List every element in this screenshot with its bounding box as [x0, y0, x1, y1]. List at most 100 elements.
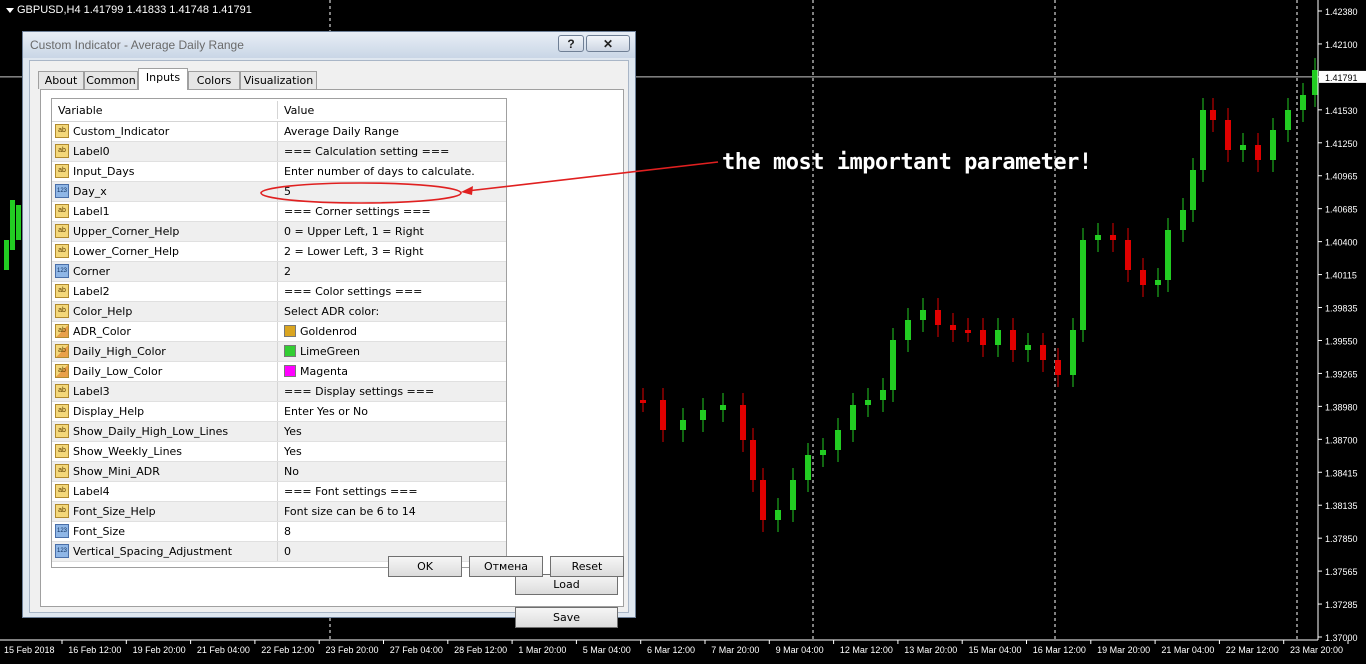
chart-menu-triangle-icon[interactable]: [6, 7, 14, 13]
candle-body: [835, 430, 841, 450]
string-type-icon: ab: [55, 204, 69, 218]
price-label: 1.41530: [1325, 106, 1358, 116]
integer-type-icon: 123: [55, 264, 69, 278]
candle-body: [775, 510, 781, 520]
table-row[interactable]: ab Lower_Corner_Help 2 = Lower Left, 3 = R…: [52, 242, 506, 262]
column-header-variable[interactable]: Variable: [58, 104, 103, 117]
string-type-icon: ab: [55, 144, 69, 158]
candle-body: [920, 310, 926, 320]
table-row[interactable]: ab Upper_Corner_Help 0 = Upper Left, 1 = R…: [52, 222, 506, 242]
close-button[interactable]: ✕: [586, 35, 630, 52]
table-row[interactable]: ab Show_Daily_High_Low_Lines Yes: [52, 422, 506, 442]
variable-name: Daily_Low_Color: [73, 365, 163, 378]
table-row[interactable]: 123 Corner 2: [52, 262, 506, 282]
column-divider[interactable]: [277, 101, 278, 119]
value-cell[interactable]: Average Daily Range: [284, 125, 399, 138]
value-cell[interactable]: === Color settings ===: [284, 285, 422, 298]
value-cell[interactable]: Yes: [284, 445, 302, 458]
table-row[interactable]: ab Show_Mini_ADR No: [52, 462, 506, 482]
price-label: 1.37850: [1325, 534, 1358, 544]
variable-name: Font_Size_Help: [73, 505, 156, 518]
reset-button[interactable]: Reset: [550, 556, 624, 577]
variable-cell: ab Display_Help: [52, 402, 278, 421]
color-swatch[interactable]: [284, 365, 296, 377]
dialog-titlebar[interactable]: Custom Indicator - Average Daily Range ?…: [23, 32, 635, 58]
variable-cell: 123 Day_x: [52, 182, 278, 201]
candle-body: [1270, 130, 1276, 160]
value-cell[interactable]: Font size can be 6 to 14: [284, 505, 416, 518]
save-button[interactable]: Save: [515, 607, 618, 628]
color-swatch[interactable]: [284, 345, 296, 357]
table-row[interactable]: 123 Font_Size 8: [52, 522, 506, 542]
column-header-value[interactable]: Value: [284, 104, 314, 117]
tab-colors[interactable]: Colors: [188, 71, 240, 89]
chart-symbol-header: GBPUSD,H4 1.41799 1.41833 1.41748 1.4179…: [6, 4, 252, 16]
value-cell[interactable]: 2: [284, 265, 291, 278]
value-cell[interactable]: Magenta: [300, 365, 348, 378]
tab-common[interactable]: Common: [84, 71, 138, 89]
load-button[interactable]: Load: [515, 574, 618, 595]
help-button[interactable]: ?: [558, 35, 584, 52]
value-cell[interactable]: === Font settings ===: [284, 485, 418, 498]
variable-cell: ab Label4: [52, 482, 278, 501]
table-row[interactable]: ab Label4 === Font settings ===: [52, 482, 506, 502]
value-cell[interactable]: === Corner settings ===: [284, 205, 431, 218]
table-row[interactable]: ab Font_Size_Help Font size can be 6 to 14: [52, 502, 506, 522]
table-row[interactable]: ab Custom_Indicator Average Daily Range: [52, 122, 506, 142]
string-type-icon: ab: [55, 284, 69, 298]
table-row[interactable]: ab Daily_Low_Color Magenta: [52, 362, 506, 382]
value-cell[interactable]: 8: [284, 525, 291, 538]
string-type-icon: ab: [55, 444, 69, 458]
cancel-button[interactable]: Отмена: [469, 556, 543, 577]
tab-about[interactable]: About: [38, 71, 84, 89]
value-cell[interactable]: LimeGreen: [300, 345, 360, 358]
ok-button[interactable]: OK: [388, 556, 462, 577]
value-cell[interactable]: === Calculation setting ===: [284, 145, 449, 158]
value-cell[interactable]: Select ADR color:: [284, 305, 379, 318]
value-cell[interactable]: Enter Yes or No: [284, 405, 368, 418]
price-label: 1.42380: [1325, 7, 1358, 17]
table-row[interactable]: ab Color_Help Select ADR color:: [52, 302, 506, 322]
table-row[interactable]: ab Display_Help Enter Yes or No: [52, 402, 506, 422]
value-cell[interactable]: Goldenrod: [300, 325, 357, 338]
value-cell[interactable]: 0 = Upper Left, 1 = Right: [284, 225, 424, 238]
time-label: 27 Feb 04:00: [390, 645, 443, 655]
value-cell[interactable]: 2 = Lower Left, 3 = Right: [284, 245, 424, 258]
string-type-icon: ab: [55, 424, 69, 438]
integer-type-icon: 123: [55, 524, 69, 538]
value-cell[interactable]: Yes: [284, 425, 302, 438]
table-row[interactable]: ab Input_Days Enter number of days to calc…: [52, 162, 506, 182]
value-cell[interactable]: === Display settings ===: [284, 385, 434, 398]
time-label: 23 Mar 20:00: [1290, 645, 1343, 655]
time-label: 1 Mar 20:00: [518, 645, 566, 655]
candle-body: [700, 410, 706, 420]
variable-name: Label0: [73, 145, 110, 158]
table-row[interactable]: ab Label1 === Corner settings ===: [52, 202, 506, 222]
time-label: 22 Mar 12:00: [1226, 645, 1279, 655]
price-label: 1.38135: [1325, 501, 1358, 511]
variable-name: Show_Daily_High_Low_Lines: [73, 425, 229, 438]
value-cell[interactable]: No: [284, 465, 299, 478]
table-row[interactable]: 123 Day_x 5: [52, 182, 506, 202]
candle-body: [820, 450, 826, 455]
table-row[interactable]: ab Label0 === Calculation setting ===: [52, 142, 506, 162]
table-row[interactable]: ab Daily_High_Color LimeGreen: [52, 342, 506, 362]
color-type-icon: ab: [55, 364, 69, 378]
variable-name: Daily_High_Color: [73, 345, 166, 358]
candle-body: [935, 310, 941, 325]
price-label: 1.40965: [1325, 172, 1358, 182]
table-row[interactable]: ab Show_Weekly_Lines Yes: [52, 442, 506, 462]
tab-inputs[interactable]: Inputs: [138, 68, 188, 90]
table-row[interactable]: ab ADR_Color Goldenrod: [52, 322, 506, 342]
color-type-icon: ab: [55, 344, 69, 358]
value-cell[interactable]: 5: [284, 185, 291, 198]
candle-body: [1095, 235, 1101, 240]
variable-cell: ab Color_Help: [52, 302, 278, 321]
value-cell[interactable]: 0: [284, 545, 291, 558]
table-row[interactable]: ab Label2 === Color settings ===: [52, 282, 506, 302]
table-row[interactable]: ab Label3 === Display settings ===: [52, 382, 506, 402]
value-cell[interactable]: Enter number of days to calculate.: [284, 165, 475, 178]
candle-body: [1312, 70, 1318, 95]
tab-visualization[interactable]: Visualization: [240, 71, 317, 89]
color-swatch[interactable]: [284, 325, 296, 337]
